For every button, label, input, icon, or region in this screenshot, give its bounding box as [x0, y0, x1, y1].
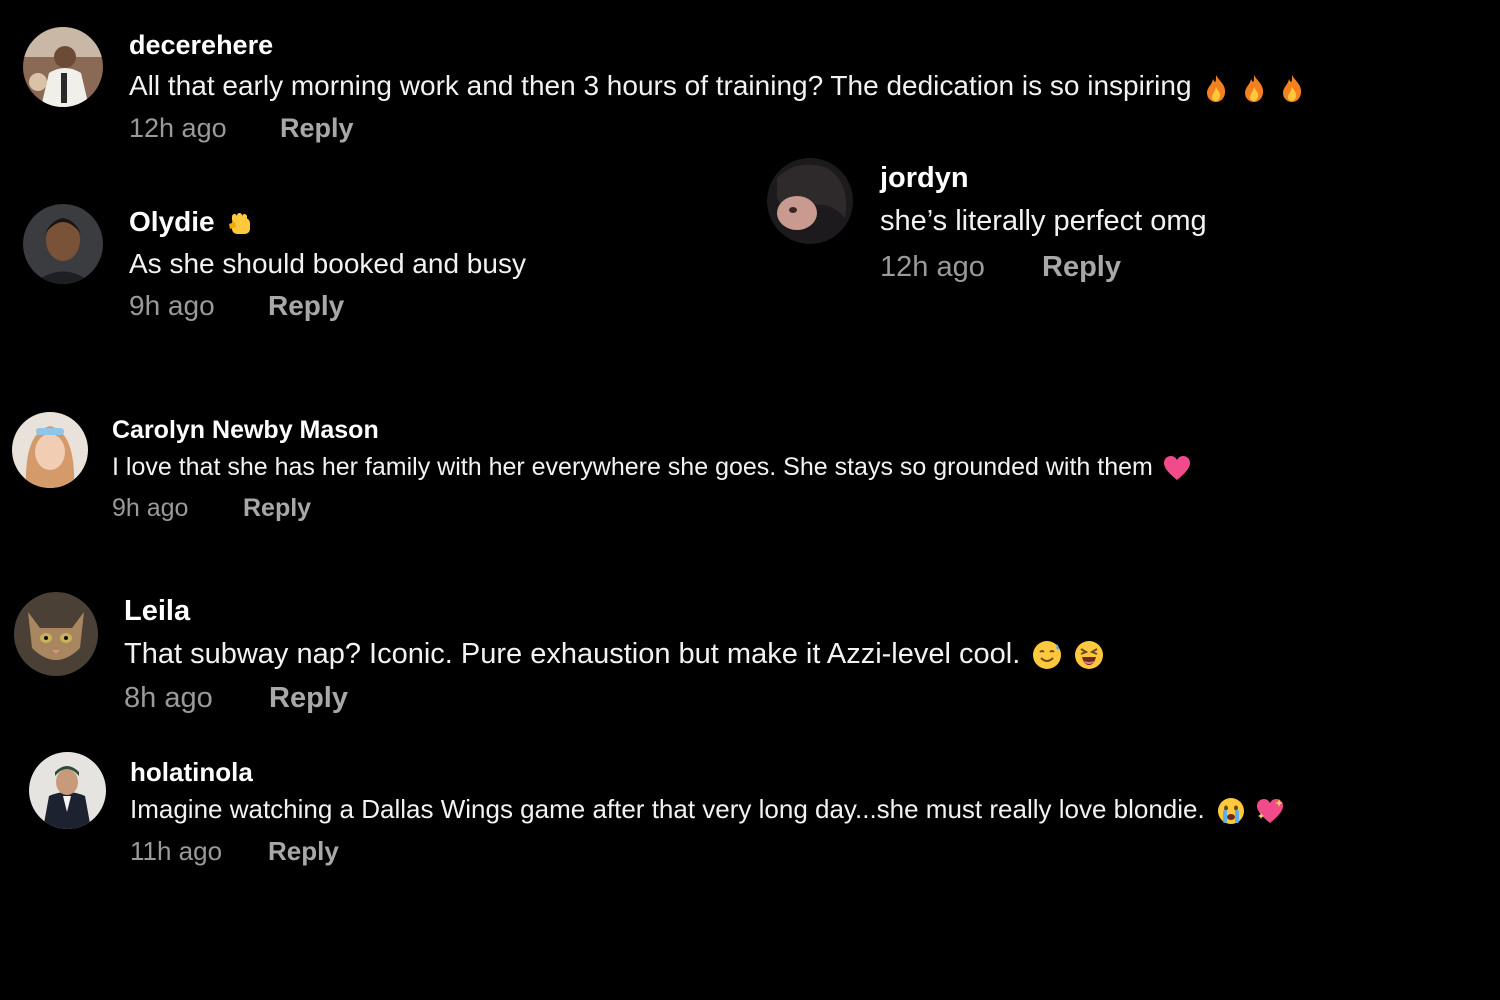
- crying-face-icon: [1217, 797, 1245, 825]
- comment-text: Imagine watching a Dallas Wings game aft…: [130, 794, 1285, 825]
- username-text[interactable]: Olydie: [129, 206, 215, 237]
- reply-button[interactable]: Reply: [243, 494, 311, 523]
- laughing-icon: [1074, 640, 1104, 670]
- username[interactable]: decerehere: [129, 30, 273, 61]
- comment-text: she’s literally perfect omg: [880, 205, 1207, 238]
- user-photo-icon: [14, 592, 98, 676]
- comment-body: she’s literally perfect omg: [880, 205, 1207, 237]
- username[interactable]: Carolyn Newby Mason: [112, 416, 379, 445]
- username[interactable]: holatinola: [130, 757, 253, 788]
- timestamp: 9h ago: [112, 494, 189, 522]
- avatar[interactable]: [29, 752, 106, 829]
- username: Olydie: [129, 206, 255, 238]
- fire-icon: [1278, 73, 1306, 103]
- timestamp: 12h ago: [880, 251, 985, 283]
- avatar[interactable]: [767, 158, 853, 244]
- timestamp: 9h ago: [129, 290, 215, 321]
- comment-text: As she should booked and busy: [129, 248, 526, 280]
- fire-icon: [1202, 73, 1230, 103]
- comment-text: That subway nap? Iconic. Pure exhaustion…: [124, 638, 1104, 671]
- comment-body: All that early morning work and then 3 h…: [129, 70, 1192, 101]
- timestamp: 12h ago: [129, 113, 227, 143]
- comment-body: As she should booked and busy: [129, 248, 526, 279]
- comment-body: Imagine watching a Dallas Wings game aft…: [130, 794, 1205, 824]
- user-photo-icon: [23, 27, 103, 107]
- username[interactable]: Leila: [124, 595, 190, 628]
- comment-text: All that early morning work and then 3 h…: [129, 70, 1306, 103]
- fist-icon: [227, 210, 255, 238]
- fire-icon: [1240, 73, 1268, 103]
- avatar[interactable]: [12, 412, 88, 488]
- user-photo-icon: [29, 752, 106, 829]
- reply-button[interactable]: Reply: [268, 290, 344, 322]
- comment-body: I love that she has her family with her …: [112, 453, 1153, 481]
- timestamp: 11h ago: [130, 836, 223, 866]
- user-photo-icon: [23, 204, 103, 284]
- avatar[interactable]: [23, 27, 103, 107]
- avatar[interactable]: [23, 204, 103, 284]
- comment-body: That subway nap? Iconic. Pure exhaustion…: [124, 638, 1021, 670]
- sparkling-heart-icon: [1255, 797, 1285, 825]
- user-photo-icon: [767, 158, 853, 244]
- reply-button[interactable]: Reply: [1042, 251, 1121, 284]
- reply-button[interactable]: Reply: [268, 836, 339, 867]
- comment-text: I love that she has her family with her …: [112, 453, 1191, 482]
- reply-button[interactable]: Reply: [280, 113, 354, 144]
- pink-heart-icon: [1163, 455, 1191, 481]
- avatar[interactable]: [14, 592, 98, 676]
- sweat-smile-icon: [1032, 640, 1062, 670]
- reply-button[interactable]: Reply: [269, 682, 348, 715]
- username[interactable]: jordyn: [880, 162, 969, 195]
- user-photo-icon: [12, 412, 88, 488]
- timestamp: 8h ago: [124, 682, 213, 714]
